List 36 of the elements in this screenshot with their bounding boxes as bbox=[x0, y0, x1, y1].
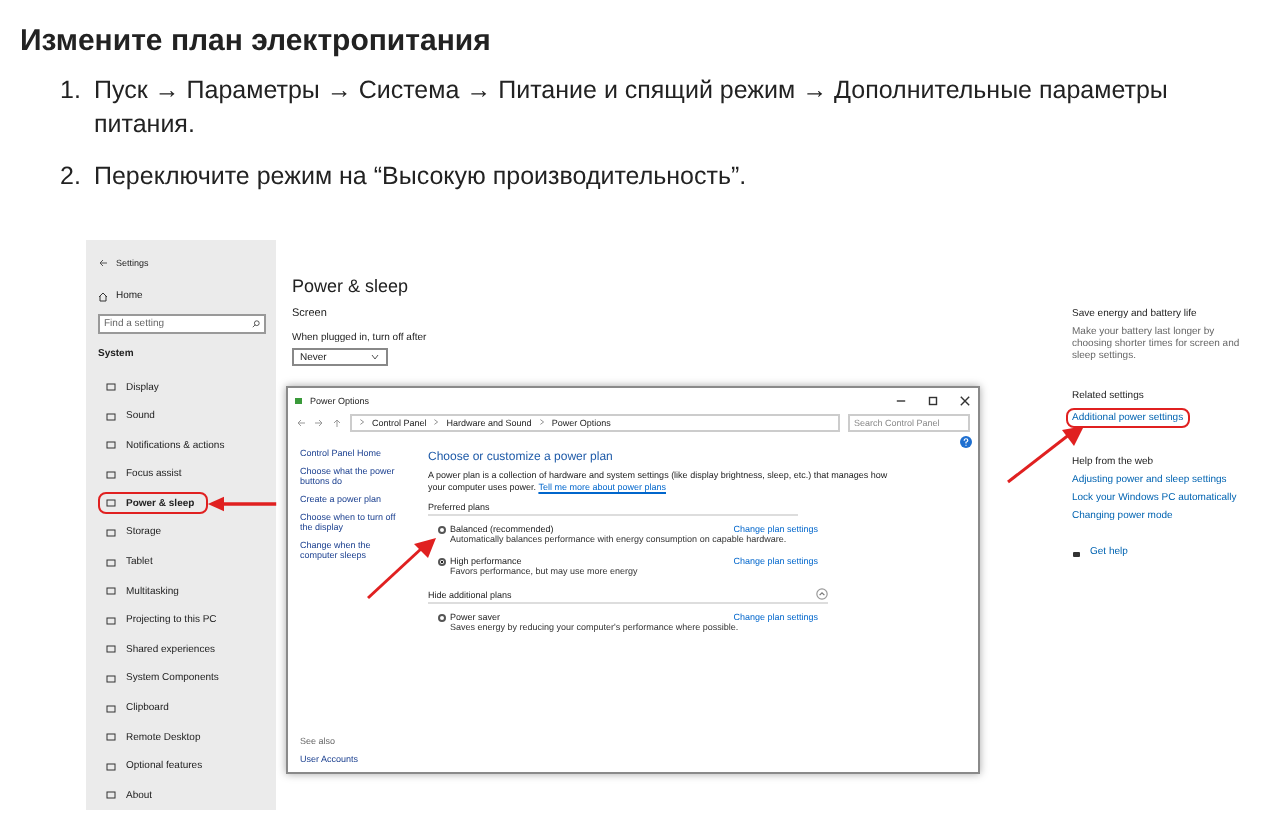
radio-button[interactable] bbox=[438, 613, 446, 621]
step-number: 1. bbox=[60, 74, 83, 108]
help-icon[interactable] bbox=[960, 436, 972, 448]
back-icon[interactable] bbox=[296, 417, 306, 427]
home-icon bbox=[98, 291, 108, 301]
radio-button[interactable] bbox=[438, 525, 446, 533]
radio-button[interactable] bbox=[438, 557, 446, 565]
close-icon[interactable] bbox=[958, 393, 972, 407]
monitor-icon bbox=[106, 557, 116, 568]
page-title: Power & sleep bbox=[292, 276, 411, 296]
monitor-icon bbox=[106, 644, 116, 655]
monitor-icon bbox=[106, 411, 116, 422]
monitor-icon bbox=[106, 382, 116, 392]
chevron-down-icon bbox=[370, 352, 380, 362]
search-icon bbox=[252, 320, 260, 328]
collapse-icon[interactable] bbox=[816, 588, 828, 600]
section-heading: Измените план электропитания bbox=[18, 22, 493, 58]
monitor-icon bbox=[106, 673, 116, 684]
monitor-icon bbox=[106, 615, 116, 626]
maximize-icon[interactable] bbox=[926, 393, 940, 407]
step-number: 2. bbox=[60, 160, 83, 194]
monitor-icon bbox=[106, 440, 116, 451]
monitor-icon bbox=[106, 498, 116, 509]
monitor-icon bbox=[106, 586, 116, 597]
monitor-icon bbox=[106, 527, 116, 538]
up-icon[interactable] bbox=[332, 417, 342, 427]
step-text: Пуск → Параметры → Система → Питание и спящий режим → Дополнительные параметры питания. bbox=[94, 74, 1170, 142]
monitor-icon bbox=[106, 703, 116, 714]
monitor-icon bbox=[106, 732, 116, 743]
monitor-icon bbox=[106, 790, 116, 801]
monitor-icon bbox=[106, 761, 116, 772]
step-text: Переключите режим на “Высокую производительность”. bbox=[94, 160, 747, 194]
arrow-annotation bbox=[206, 494, 278, 514]
back-icon[interactable] bbox=[98, 257, 108, 267]
monitor-icon bbox=[106, 469, 116, 480]
forward-icon[interactable] bbox=[314, 417, 324, 427]
